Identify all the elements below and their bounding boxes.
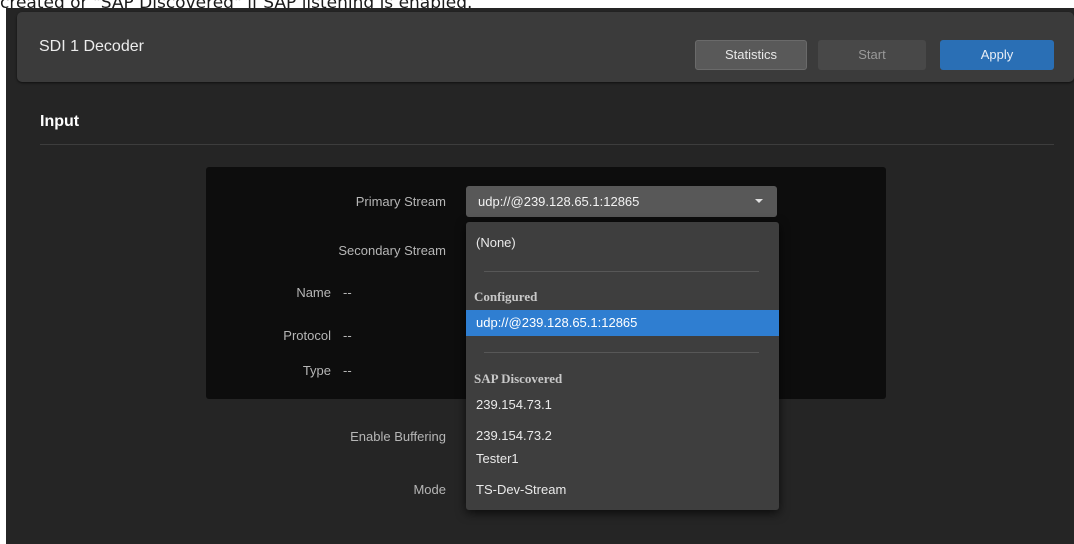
type-label: Type	[302, 363, 331, 378]
mode-label: Mode	[413, 482, 446, 497]
dropdown-option-sap[interactable]: TS-Dev-Stream	[466, 477, 779, 503]
type-value: --	[343, 363, 352, 378]
dropdown-divider	[484, 271, 759, 272]
decoder-app: SDI 1 Decoder Statistics Start Apply Inp…	[6, 8, 1074, 544]
page-title: SDI 1 Decoder	[39, 38, 144, 55]
protocol-label: Protocol	[283, 328, 331, 343]
section-divider	[40, 144, 1054, 145]
dropdown-heading-sap: SAP Discovered	[474, 371, 563, 386]
chevron-down-icon	[755, 199, 763, 203]
dropdown-heading-configured: Configured	[474, 289, 538, 304]
primary-stream-select[interactable]: udp://@239.128.65.1:12865	[466, 186, 777, 217]
name-value: --	[343, 285, 352, 300]
stream-dropdown-menu: (None) Configured udp://@239.128.65.1:12…	[466, 222, 779, 510]
header-bar: SDI 1 Decoder Statistics Start Apply	[17, 12, 1074, 82]
start-button[interactable]: Start	[818, 40, 926, 70]
dropdown-option-none[interactable]: (None)	[466, 230, 779, 256]
statistics-button[interactable]: Statistics	[695, 40, 807, 70]
apply-button[interactable]: Apply	[940, 40, 1054, 70]
secondary-stream-label: Secondary Stream	[338, 243, 446, 258]
primary-stream-label: Primary Stream	[355, 194, 446, 209]
dropdown-option-configured[interactable]: udp://@239.128.65.1:12865	[466, 310, 779, 336]
primary-stream-value: udp://@239.128.65.1:12865	[478, 194, 640, 209]
dropdown-divider	[484, 352, 759, 353]
dropdown-option-sap[interactable]: 239.154.73.1	[466, 392, 779, 418]
enable-buffering-label: Enable Buffering	[350, 429, 446, 444]
name-label: Name	[296, 285, 331, 300]
section-title-input: Input	[40, 113, 80, 130]
dropdown-option-sap[interactable]: Tester1	[466, 446, 779, 472]
protocol-value: --	[343, 328, 352, 343]
